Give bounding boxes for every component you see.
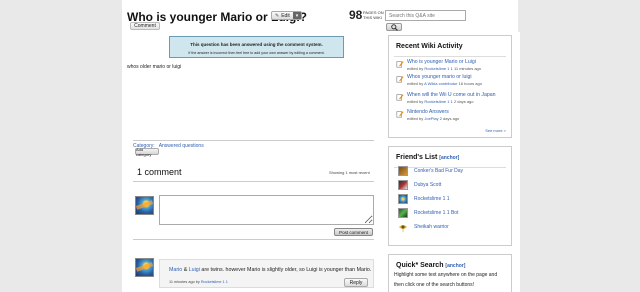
friends-anchor-link[interactable]: [anchor] xyxy=(439,155,459,161)
edit-button-label: Edit xyxy=(281,12,290,19)
activity-title-link[interactable]: When will the Wii U come out in Japan xyxy=(407,92,496,98)
activity-user-link[interactable]: A Wikia contributor xyxy=(424,81,457,86)
activity-title-link[interactable]: Nintendo Answers xyxy=(407,109,449,115)
search-button[interactable] xyxy=(386,23,402,31)
avatar[interactable] xyxy=(135,258,154,277)
friend-link[interactable]: Rocketslime 1 1 Bot xyxy=(414,210,458,216)
page-count-label: PAGES ON THIS WIKI xyxy=(363,10,384,20)
quick-search-title: Quick* Search [anchor] xyxy=(396,262,466,269)
friends-list-box: Friend's List [anchor] Conker's Bad Fur … xyxy=(388,146,512,246)
quick-search-help-1: Highlight some text anywhere on the page… xyxy=(394,272,498,278)
activity-user-link[interactable]: Rocketslime 1 1 xyxy=(424,66,452,71)
recent-activity-title: Recent Wiki Activity xyxy=(396,43,463,50)
friend-link[interactable]: Sheikah warrior xyxy=(414,224,449,230)
add-category-button[interactable]: Add category xyxy=(135,147,159,157)
friend-link[interactable]: Rocketslime 1 1 xyxy=(414,196,450,202)
comment-button[interactable]: Comment xyxy=(130,22,160,30)
comment-textarea[interactable] xyxy=(159,195,374,225)
reply-button[interactable]: Reply xyxy=(344,278,368,287)
category-bar: Category: Answered questions xyxy=(133,140,374,149)
friend-avatar[interactable] xyxy=(398,208,408,218)
friend-link[interactable]: Conker's Bad Fur Day xyxy=(414,168,463,174)
edit-button-icon: ✎ xyxy=(275,12,280,19)
activity-title-link[interactable]: Whos younger mario or luigi xyxy=(407,74,472,80)
notice-subtext: If the answer is incorrect then feel fre… xyxy=(188,51,325,55)
activity-user-link[interactable]: JoePlay xyxy=(424,116,438,121)
search-input[interactable] xyxy=(385,10,466,21)
friend-avatar[interactable] xyxy=(398,194,408,204)
friend-avatar[interactable] xyxy=(398,166,408,176)
sheikah-eye-icon[interactable] xyxy=(398,222,408,232)
quick-search-anchor-link[interactable]: [anchor] xyxy=(445,263,465,269)
avatar[interactable] xyxy=(135,196,154,215)
showing-label: Showing 1 most recent xyxy=(329,170,370,175)
notice-heading: This question has been answered using th… xyxy=(190,42,323,47)
activity-title-link[interactable]: Who is younger Mario or Luigi xyxy=(407,59,476,65)
see-more-link[interactable]: See more > xyxy=(485,128,506,133)
quick-search-help-2: then click one of the search buttons! xyxy=(394,282,475,288)
divider xyxy=(133,239,374,240)
answered-notice: This question has been answered using th… xyxy=(169,36,344,58)
edit-activity-icon xyxy=(396,76,404,83)
edit-activity-icon xyxy=(396,61,404,68)
search-icon xyxy=(390,23,398,31)
edit-activity-icon xyxy=(396,111,404,118)
post-comment-button[interactable]: Post comment xyxy=(334,228,373,236)
activity-user-link[interactable]: Rocketslime 1 1 xyxy=(424,99,452,104)
edit-button[interactable]: ✎ Edit ▾ xyxy=(271,11,302,20)
comment-author-link[interactable]: Rocketslime 1 1 xyxy=(201,280,228,284)
edit-activity-icon xyxy=(396,94,404,101)
friends-list-title: Friend's List [anchor] xyxy=(396,154,460,161)
page-count: 98 xyxy=(349,8,363,22)
chevron-down-icon[interactable]: ▾ xyxy=(293,12,301,19)
recent-activity-box: Recent Wiki Activity Who is younger Mari… xyxy=(388,35,512,138)
comment-count: 1 comment xyxy=(137,167,182,177)
quick-search-box: Quick* Search [anchor] Highlight some te… xyxy=(388,254,512,292)
divider xyxy=(133,181,374,182)
comment-link-mario[interactable]: Mario xyxy=(169,267,182,273)
comment-text: Mario & Luigi are twins. however Mario i… xyxy=(169,267,372,273)
friend-avatar[interactable] xyxy=(398,180,408,190)
category-link[interactable]: Answered questions xyxy=(159,143,204,149)
friend-link[interactable]: Dubya Scott xyxy=(414,182,441,188)
comment-meta: 11 minutes ago by Rocketslime 1 1 xyxy=(169,280,228,284)
question-body: whos older mario or luigi xyxy=(127,64,182,70)
comment-link-luigi[interactable]: Luigi xyxy=(189,267,200,273)
